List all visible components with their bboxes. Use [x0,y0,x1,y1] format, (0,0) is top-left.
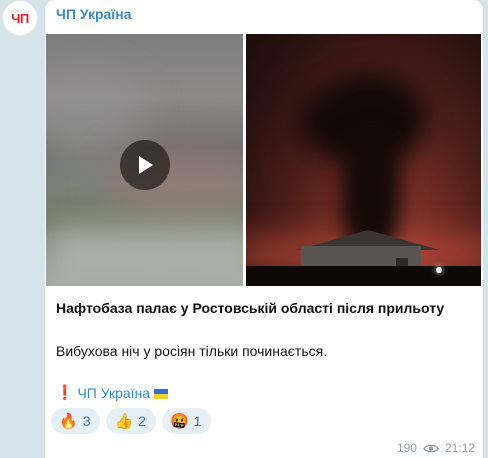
street-light [436,267,442,273]
reaction-angry[interactable]: 🤬 1 [161,408,212,434]
reaction-count: 2 [138,413,146,429]
video-thumbnail[interactable] [46,34,243,286]
message-bubble: ЧП Україна Нафтобаза палає у Ростовській… [45,0,483,458]
signature-text[interactable]: ЧП Україна [77,385,150,401]
photo-thumbnail[interactable] [246,34,481,286]
reactions-bar: 🔥 3 👍 2 🤬 1 [51,408,212,434]
post-body: Вибухова ніч у росіян тільки починається… [56,343,328,359]
fire-icon: 🔥 [59,412,78,430]
view-count: 190 [396,441,417,455]
eye-icon [423,444,439,452]
channel-name[interactable]: ЧП Україна [56,6,132,22]
channel-avatar[interactable]: ЧП [2,0,38,36]
message-time: 21:12 [444,441,475,455]
exclamation-icon: ❗ [56,384,74,400]
reaction-count: 3 [82,413,91,429]
ukraine-flag-icon [154,388,169,399]
thumbs-up-icon: 👍 [114,412,134,430]
angry-face-icon: 🤬 [169,412,189,430]
reaction-count: 1 [193,413,202,429]
play-icon [139,156,153,174]
post-headline: Нафтобаза палає у Ростовській області пі… [56,300,445,316]
reaction-thumbs-up[interactable]: 👍 2 [106,408,156,434]
reaction-fire[interactable]: 🔥 3 [51,408,101,434]
post-signature[interactable]: ❗ ЧП Україна [56,384,169,401]
play-button[interactable] [120,140,170,190]
video-blur [46,224,243,284]
media-album [46,34,481,286]
message-meta: 190 21:12 [397,441,475,455]
avatar-text: ЧП [11,10,29,26]
tree-line [246,266,481,286]
